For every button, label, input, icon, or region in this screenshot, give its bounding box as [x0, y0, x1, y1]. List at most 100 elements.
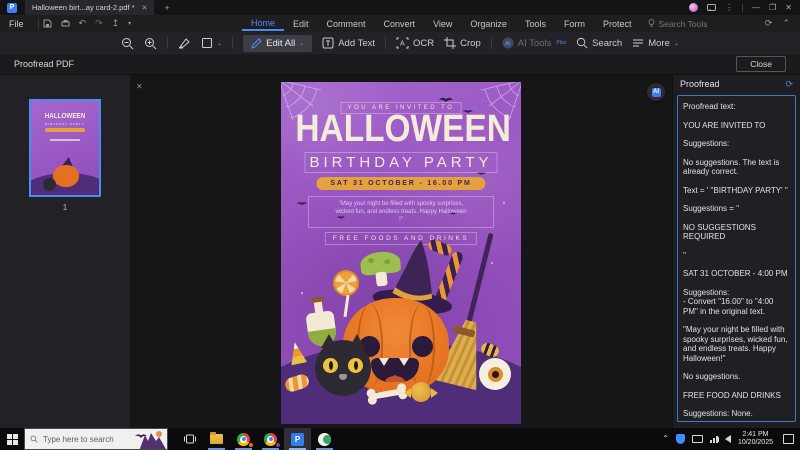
display-icon[interactable] [692, 435, 703, 443]
poster-subtitle-text[interactable]: BIRTHDAY PARTY [305, 152, 498, 173]
menu-organize[interactable]: Organize [461, 17, 516, 31]
quote-line-2: wicked fun, and endless treats. Happy Ha… [335, 209, 466, 215]
collapse-ribbon-icon[interactable]: ⌃ [782, 18, 790, 29]
thumbnail-panel-close-icon[interactable]: ✕ [136, 82, 143, 91]
notification-center-icon[interactable] [783, 434, 794, 444]
menu-home[interactable]: Home [242, 16, 284, 31]
new-tab-button[interactable]: + [164, 3, 169, 13]
search-button[interactable]: Search [576, 37, 622, 49]
more-caret-icon: ⌄ [674, 40, 679, 47]
ai-plus-badge: Plus [556, 40, 566, 46]
menu-form[interactable]: Form [555, 17, 594, 31]
pdfelement-taskbar-button[interactable]: P [284, 428, 311, 450]
security-shield-icon[interactable] [676, 434, 685, 444]
poster-title-text[interactable]: HALLOWEEN [295, 110, 506, 148]
thumb-poster-title: HALLOWEEN [34, 113, 95, 120]
taskbar-clock[interactable]: 2:41 PM 10/20/2025 [738, 431, 773, 447]
quickbar-dropdown-icon[interactable]: ▾ [128, 20, 131, 27]
taskbar-search-icon [30, 435, 38, 443]
chrome-button[interactable] [230, 428, 257, 450]
edit-all-label: Edit All [266, 38, 295, 49]
proofread-line: Suggestions: [683, 288, 790, 298]
poster-date-pill[interactable]: SAT 31 OCTOBER - 16.00 PM [316, 177, 485, 190]
save-icon[interactable] [43, 19, 52, 28]
menu-bar: File ↶ ↷ ↥ ▾ Home Edit Comment Convert V… [0, 15, 800, 32]
content-area: HALLOWEEN BIRTHDAY PARTY 1 ✕ [0, 75, 800, 428]
share-icon[interactable]: ↥ [112, 18, 120, 29]
redo-icon[interactable]: ↷ [95, 18, 103, 29]
quote-line-3: !" [399, 217, 403, 223]
menu-tools[interactable]: Tools [516, 17, 555, 31]
tool-bar: ⌄ Edit All ⌄ Add Text A OCR Crop Ai AI T… [0, 32, 800, 54]
paint-app-button[interactable] [311, 428, 338, 450]
taskbar-search-box[interactable]: Type here to search [24, 428, 168, 450]
menu-file[interactable]: File [0, 19, 34, 29]
menu-protect[interactable]: Protect [594, 17, 641, 31]
edit-all-button[interactable]: Edit All ⌄ [243, 35, 312, 52]
windows-taskbar: Type here to search [0, 428, 800, 450]
taskbar-search-text: Type here to search [43, 435, 114, 444]
bat-icon [297, 200, 307, 206]
shape-caret-icon: ⌄ [217, 40, 222, 47]
start-button[interactable] [0, 428, 24, 450]
more-menu-icon[interactable]: ⋮ [725, 4, 733, 12]
crop-button[interactable]: Crop [444, 37, 481, 49]
proofread-line: No suggestions. The text is already corr… [683, 158, 790, 177]
proofread-result-box[interactable]: Proofread text: YOU ARE INVITED TO Sugge… [677, 95, 796, 422]
ai-tools-icon: Ai [502, 37, 514, 49]
close-proofread-button[interactable]: Close [736, 56, 786, 72]
close-window-button[interactable]: ✕ [785, 4, 792, 12]
thumb-free-bar [50, 139, 80, 141]
poster-quote-text[interactable]: "May your night be filled with spooky su… [308, 196, 494, 228]
pdfelement-icon: P [291, 433, 304, 446]
file-explorer-icon [210, 434, 223, 444]
tab-close-icon[interactable]: ✕ [142, 4, 148, 12]
page-thumbnail[interactable]: HALLOWEEN BIRTHDAY PARTY [29, 99, 101, 197]
proofread-line: Suggestions = '' [683, 204, 790, 214]
zoom-out-button[interactable] [121, 37, 134, 50]
document-canvas[interactable]: ✕ [130, 75, 672, 428]
task-view-button[interactable] [176, 428, 203, 450]
app-logo-icon: P [7, 3, 17, 13]
print-icon[interactable] [61, 19, 70, 28]
volume-icon[interactable] [725, 435, 731, 443]
ocr-button[interactable]: A OCR [396, 37, 434, 49]
sync-icon[interactable]: ⟳ [765, 18, 773, 29]
zoom-in-button[interactable] [144, 37, 157, 50]
menu-comment[interactable]: Comment [318, 17, 375, 31]
halloween-poster-page[interactable]: YOU ARE INVITED TO HALLOWEEN BIRTHDAY PA… [281, 82, 521, 424]
menu-edit[interactable]: Edit [284, 17, 318, 31]
toolbar-divider [167, 37, 168, 49]
add-text-button[interactable]: Add Text [322, 37, 375, 49]
user-avatar[interactable] [689, 3, 698, 12]
ai-tools-button[interactable]: Ai AI Tools Plus [502, 37, 566, 49]
tray-expand-icon[interactable]: ⌃ [662, 435, 669, 443]
system-tray: ⌃ 2:41 PM 10/20/2025 [662, 431, 800, 447]
toolbar-divider [232, 37, 233, 49]
chrome-profile2-button[interactable] [257, 428, 284, 450]
menu-view[interactable]: View [424, 17, 461, 31]
refresh-icon[interactable]: ⟳ [785, 79, 793, 90]
thumb-poster-subtitle: BIRTHDAY PARTY [31, 122, 99, 126]
menu-convert[interactable]: Convert [375, 17, 425, 31]
ocr-icon: A [396, 37, 409, 49]
document-tab[interactable]: Halloween birt...ay card-2.pdf * ✕ [25, 0, 154, 15]
undo-icon[interactable]: ↶ [79, 18, 87, 29]
pumpkin-eye [412, 336, 433, 357]
feedback-icon[interactable] [707, 4, 716, 12]
highlight-pen-button[interactable] [178, 37, 191, 49]
search-label: Search [592, 38, 622, 49]
sparkle-dot [503, 202, 505, 204]
more-button[interactable]: More ⌄ [632, 38, 679, 49]
menu-items: Home Edit Comment Convert View Organize … [242, 16, 707, 31]
proofread-line: Proofread text: [683, 102, 790, 112]
search-tools-button[interactable]: Search Tools [648, 19, 707, 29]
thumb-date-pill [45, 128, 85, 132]
shape-tool-button[interactable]: ⌄ [201, 37, 222, 49]
zoom-out-icon [121, 37, 134, 50]
maximize-button[interactable]: ❐ [769, 4, 776, 12]
ai-assistant-floating-button[interactable]: AI [647, 83, 665, 101]
file-explorer-button[interactable] [203, 428, 230, 450]
minimize-button[interactable]: — [752, 4, 760, 12]
broom-handle [465, 233, 493, 327]
